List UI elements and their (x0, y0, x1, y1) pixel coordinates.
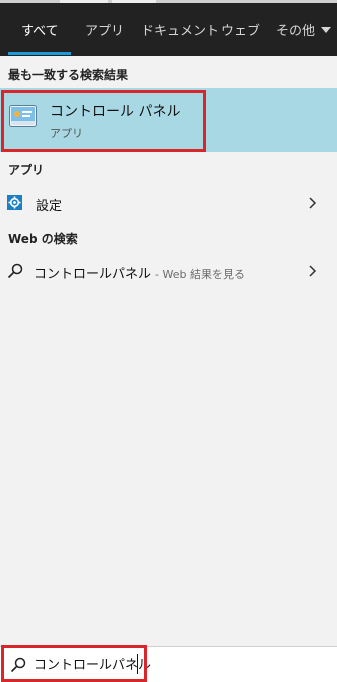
app-item-label: 設定 (36, 199, 63, 214)
text-caret (137, 654, 138, 674)
chevron-right-icon (309, 197, 317, 209)
web-section-header: Web の検索 (8, 232, 78, 246)
web-suggestion-query: コントロールパネル (34, 267, 152, 282)
active-tab-indicator (8, 52, 71, 55)
settings-gear-icon (7, 195, 22, 210)
best-match-subtitle: アプリ (50, 127, 83, 140)
web-suggestion-label: コントロールパネル - Web 結果を見る (34, 263, 245, 282)
best-match-header: 最も一致する検索結果 (8, 68, 129, 82)
search-box[interactable] (0, 646, 337, 682)
search-tabs-bar: すべて アプリ ドキュメント ウェブ その他 (0, 3, 337, 56)
tab-more[interactable]: その他 (276, 20, 332, 39)
search-panel: すべて アプリ ドキュメント ウェブ その他 最も一致する検索結果 コントロール… (0, 0, 337, 682)
chevron-right-icon (309, 265, 317, 277)
web-search-suggestion[interactable]: コントロールパネル - Web 結果を見る (0, 254, 337, 288)
search-icon (10, 657, 26, 673)
web-suggestion-hint: - Web 結果を見る (155, 268, 245, 281)
control-panel-icon (9, 105, 37, 127)
tab-web[interactable]: ウェブ (221, 20, 260, 39)
apps-section-header: アプリ (8, 163, 45, 177)
chevron-down-icon (321, 27, 332, 33)
tab-documents[interactable]: ドキュメント (141, 20, 219, 39)
best-match-result[interactable]: コントロール パネル アプリ (0, 88, 337, 152)
search-icon (7, 263, 23, 279)
best-match-title: コントロール パネル (50, 104, 181, 120)
search-input[interactable] (34, 656, 154, 671)
tab-apps[interactable]: アプリ (85, 20, 124, 39)
tab-more-label: その他 (276, 24, 316, 39)
tab-all[interactable]: すべて (21, 20, 59, 39)
app-item-settings[interactable]: 設定 (0, 186, 337, 220)
